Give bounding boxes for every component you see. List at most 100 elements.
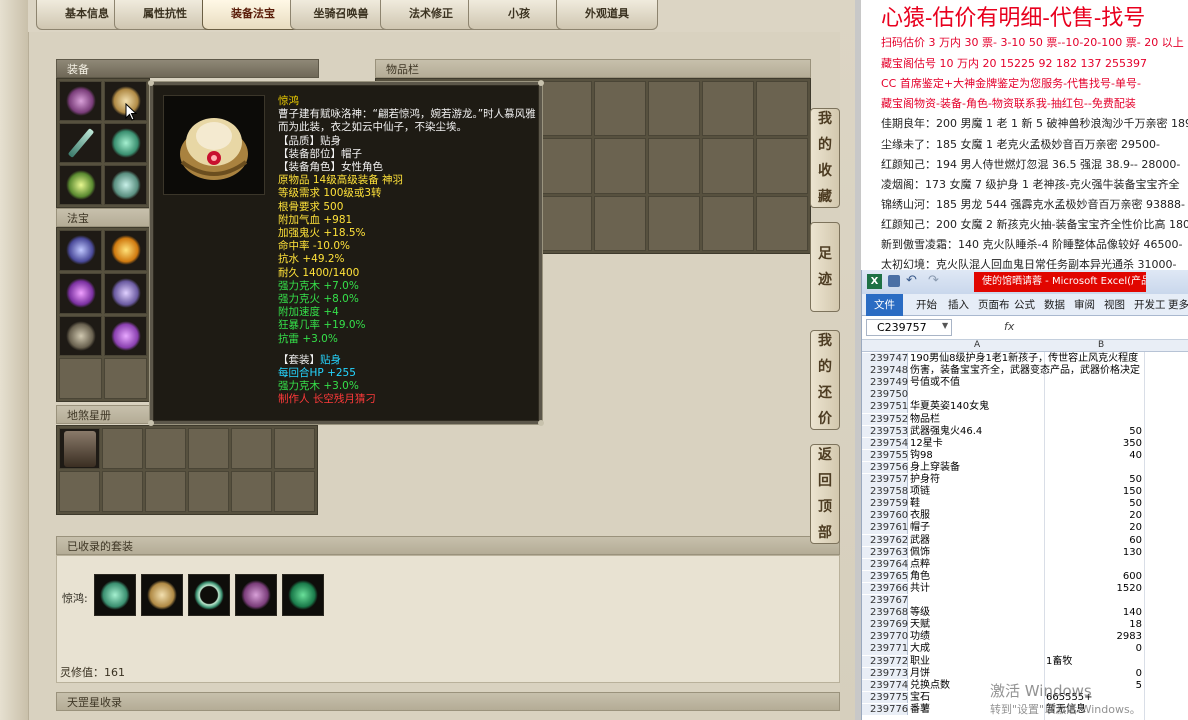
treasure-slot-empty[interactable] [59,358,102,399]
cell-a[interactable]: 武器强鬼火46.4 [910,426,1044,438]
row-number[interactable]: 239752 [862,413,908,425]
undo-icon[interactable]: ↶ [906,273,917,288]
table-row[interactable]: 239756 身上穿装备 [862,461,1188,474]
cell-a[interactable]: 职业 [910,656,1044,668]
tab-view[interactable]: 视图 [1104,297,1125,312]
cell-a[interactable]: 190男仙8级护身1老1新孩子，传世容止风克火程度 [910,353,1138,365]
cell-b[interactable]: 150 [1046,486,1142,498]
constellation-slot-empty[interactable] [188,471,229,512]
row-number[interactable]: 239755 [862,449,908,462]
table-row[interactable]: 239767 [862,595,1188,607]
cell-a[interactable]: 护身符 [910,474,1044,486]
table-row[interactable]: 239764 点粹 [862,558,1188,571]
name-box[interactable]: C239757 [866,319,952,336]
constellation-slot-empty[interactable] [274,428,315,469]
row-number[interactable]: 239769 [862,619,908,631]
table-row[interactable]: 239749 号值或不值 [862,377,1188,389]
inventory-slot[interactable] [648,195,700,251]
back-to-top-button[interactable]: 返 回 顶 部 [810,444,840,544]
cell-a[interactable]: 天赋 [910,619,1044,631]
cell-b[interactable]: 350 [1046,438,1142,450]
treasure-slot[interactable] [59,315,102,357]
cell-a[interactable]: 华夏英姿140女鬼 [910,401,1044,413]
cell-a[interactable]: 帽子 [910,522,1044,534]
table-row[interactable]: 239747 190男仙8级护身1老1新孩子，传世容止风克火程度 [862,353,1188,365]
row-number[interactable]: 239774 [862,679,908,692]
equip-slot-boots[interactable] [104,165,147,205]
column-header-b[interactable]: B [1098,340,1104,350]
equip-slot-armor[interactable] [104,123,147,163]
inventory-slot[interactable] [540,195,592,251]
tab-children[interactable]: 小孩 [468,0,570,30]
row-number[interactable]: 239766 [862,582,908,595]
cell-a[interactable]: 点粹 [910,559,1044,571]
tab-page-layout[interactable]: 页面布 [978,297,1010,312]
inventory-slot[interactable] [702,195,754,251]
cell-a[interactable]: 号值或不值 [910,377,1044,389]
cell-a[interactable]: 角色 [910,571,1044,583]
inventory-slot[interactable] [756,195,808,251]
cell-a[interactable]: 12星卡 [910,438,1044,450]
row-number[interactable]: 239748 [862,365,908,377]
my-counteroffers-button[interactable]: 我 的 还 价 [810,330,840,430]
cell-b[interactable]: 1畜牧 [1046,656,1142,668]
treasure-slot[interactable] [104,272,147,314]
tab-spell-modifiers[interactable]: 法术修正 [380,0,482,30]
row-number[interactable]: 239767 [862,595,908,607]
row-number[interactable]: 239751 [862,401,908,413]
inventory-slot[interactable] [540,81,592,137]
tab-developer[interactable]: 开发工 [1134,297,1166,312]
row-number[interactable]: 239749 [862,377,908,389]
table-row[interactable]: 239759 鞋 50 [862,498,1188,510]
cell-a[interactable]: 项链 [910,486,1044,498]
cell-b[interactable]: 2983 [1046,631,1142,643]
table-row[interactable]: 239762 武器 60 [862,534,1188,547]
cell-b[interactable]: 20 [1046,522,1142,534]
table-row[interactable]: 239773 月饼 0 [862,667,1188,680]
table-row[interactable]: 239750 [862,389,1188,401]
row-number[interactable]: 239754 [862,437,908,450]
inventory-slot[interactable] [594,195,646,251]
set-piece-robe[interactable] [94,574,136,616]
row-number[interactable]: 239773 [862,667,908,680]
cell-b[interactable]: 140 [1046,607,1142,619]
constellation-slot-empty[interactable] [274,471,315,512]
constellation-slot[interactable] [59,428,100,469]
cell-a[interactable]: 等级 [910,607,1044,619]
cell-b[interactable]: 18 [1046,619,1142,631]
cell-a[interactable]: 武器 [910,535,1044,547]
cell-a[interactable]: 功绩 [910,631,1044,643]
row-number[interactable]: 239753 [862,425,908,438]
tab-appearance-items[interactable]: 外观道具 [556,0,658,30]
row-number[interactable]: 239761 [862,522,908,534]
table-row[interactable]: 239751 华夏英姿140女鬼 [862,401,1188,413]
tab-review[interactable]: 审阅 [1074,297,1095,312]
row-number[interactable]: 239770 [862,631,908,643]
equip-slot-necklace[interactable] [59,81,102,121]
row-number[interactable]: 239768 [862,607,908,619]
constellation-slot-empty[interactable] [188,428,229,469]
inventory-slot[interactable] [594,138,646,194]
treasure-slot-empty[interactable] [104,358,147,399]
cell-b[interactable]: 20 [1046,510,1142,522]
set-piece-bracelet[interactable] [188,574,230,616]
constellation-slot-empty[interactable] [59,471,100,512]
inventory-slot[interactable] [648,81,700,137]
cell-b[interactable]: 600 [1046,571,1142,583]
tab-mounts-summons[interactable]: 坐骑召唤兽 [290,0,392,30]
table-row[interactable]: 239753 武器强鬼火46.4 50 [862,425,1188,438]
tab-attributes[interactable]: 属性抗性 [114,0,216,30]
constellation-slot-empty[interactable] [145,428,186,469]
cell-b[interactable]: 50 [1046,474,1142,486]
row-number[interactable]: 239759 [862,498,908,510]
my-favorites-button[interactable]: 我 的 收 藏 [810,108,840,208]
cell-a[interactable]: 身上穿装备 [910,462,1044,474]
row-number[interactable]: 239747 [862,353,908,365]
table-row[interactable]: 239772 职业 1畜牧 [862,655,1188,668]
table-row[interactable]: 239755 钩98 40 [862,449,1188,462]
table-row[interactable]: 239771 大成 0 [862,643,1188,655]
tab-insert[interactable]: 插入 [948,297,969,312]
treasure-slot[interactable] [59,230,102,271]
table-row[interactable]: 239766 共计 1520 [862,582,1188,595]
cell-a[interactable]: 衣服 [910,510,1044,522]
